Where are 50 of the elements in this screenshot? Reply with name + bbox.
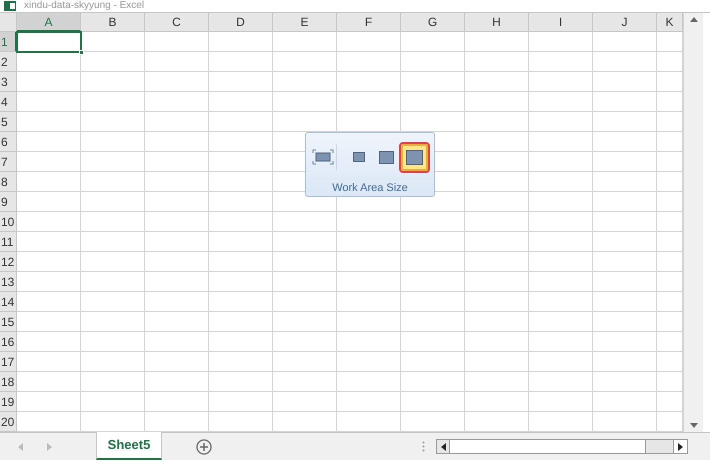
scroll-up-icon[interactable] — [690, 17, 698, 22]
column-header[interactable]: D — [209, 13, 273, 32]
work-area-size-option[interactable] — [310, 144, 337, 170]
row-header[interactable]: 7 — [0, 152, 17, 172]
column-header[interactable]: J — [593, 13, 657, 32]
scroll-right-icon[interactable] — [678, 442, 683, 450]
work-area-size-option[interactable] — [401, 144, 428, 170]
horizontal-scrollbar[interactable] — [436, 439, 688, 454]
screen-size-icon — [406, 150, 423, 164]
row-header[interactable]: 14 — [0, 292, 17, 312]
scroll-down-icon[interactable] — [690, 423, 698, 428]
row-header[interactable]: 9 — [0, 192, 17, 212]
row-header[interactable]: 4 — [0, 92, 17, 112]
row-header[interactable]: 5 — [0, 112, 17, 132]
row-header[interactable]: 18 — [0, 372, 17, 392]
row-header[interactable]: 13 — [0, 272, 17, 292]
row-header[interactable]: 3 — [0, 72, 17, 92]
vertical-scrollbar[interactable] — [683, 13, 703, 432]
row-header[interactable]: 8 — [0, 172, 17, 192]
select-all-corner[interactable] — [0, 13, 17, 32]
screen-size-icon — [379, 150, 394, 164]
row-header[interactable]: 15 — [0, 312, 17, 332]
column-header[interactable]: A — [17, 13, 81, 32]
screen-size-icon — [352, 152, 364, 162]
column-header[interactable]: E — [273, 13, 337, 32]
row-header[interactable]: 2 — [0, 52, 17, 72]
column-header[interactable]: K — [657, 13, 683, 32]
scroll-left-icon[interactable] — [440, 442, 446, 450]
column-header[interactable]: I — [529, 13, 593, 32]
column-header[interactable]: C — [145, 13, 209, 32]
column-header[interactable]: F — [337, 13, 401, 32]
add-sheet-icon[interactable] — [196, 438, 212, 454]
column-header[interactable]: B — [81, 13, 145, 32]
row-header[interactable]: 20 — [0, 412, 17, 432]
row-header[interactable]: 1 — [0, 32, 17, 52]
column-header[interactable]: H — [465, 13, 529, 32]
row-header[interactable]: 12 — [0, 252, 17, 272]
popup-title: Work Area Size — [331, 181, 409, 196]
row-header[interactable]: 17 — [0, 352, 17, 372]
row-header[interactable]: 16 — [0, 332, 17, 352]
selected-cell[interactable] — [16, 31, 82, 53]
row-header[interactable]: 6 — [0, 132, 17, 152]
row-header[interactable]: 11 — [0, 232, 17, 252]
sheet-tab[interactable]: Sheet5 — [96, 432, 162, 460]
column-header[interactable]: G — [401, 13, 465, 32]
fit-screen-icon — [312, 149, 334, 165]
splitter-icon[interactable] — [422, 441, 425, 452]
row-header[interactable]: 19 — [0, 392, 17, 412]
row-header[interactable]: 10 — [0, 212, 17, 232]
window-title: xindu-data-skyyung - Excel — [24, 0, 144, 12]
